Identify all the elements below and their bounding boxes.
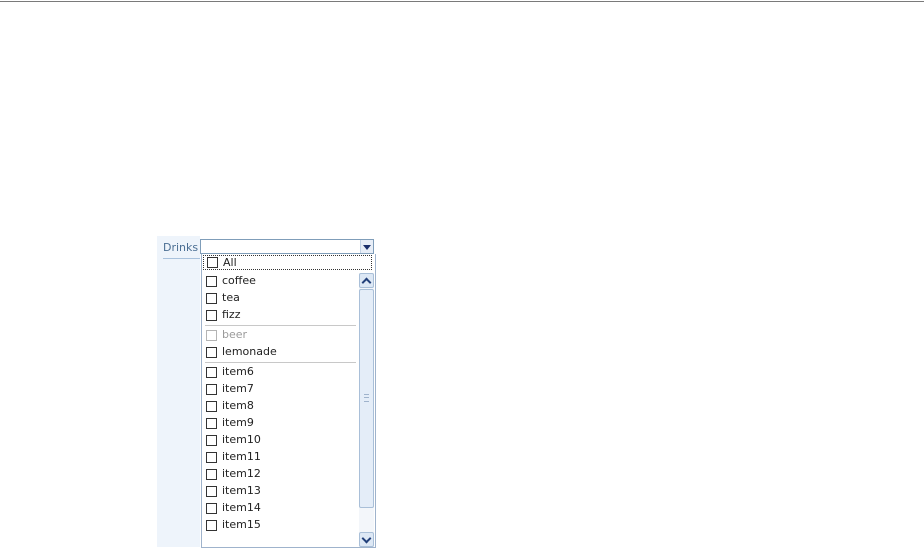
group-separator — [205, 325, 356, 326]
list-item[interactable]: item14 — [202, 500, 358, 517]
group-separator — [205, 362, 356, 363]
list-item: beer — [202, 327, 358, 344]
option-checkbox[interactable] — [206, 486, 217, 497]
option-checkbox[interactable] — [206, 310, 217, 321]
list-item[interactable]: coffee — [202, 273, 358, 290]
chevron-down-icon — [363, 245, 371, 250]
option-checkbox[interactable] — [206, 418, 217, 429]
list-item-label: item15 — [222, 518, 261, 531]
dropdown-scrollbar[interactable] — [359, 273, 374, 547]
list-item[interactable]: item10 — [202, 432, 358, 449]
list-item-label: beer — [222, 328, 248, 341]
list-item[interactable]: fizz — [202, 307, 358, 324]
drinks-field-label: Drinks — [163, 241, 199, 254]
list-item-label: item8 — [222, 399, 254, 412]
list-item-label: item14 — [222, 501, 261, 514]
option-checkbox[interactable] — [206, 520, 217, 531]
list-item[interactable]: item11 — [202, 449, 358, 466]
list-item-all[interactable]: All — [203, 255, 372, 270]
option-checkbox[interactable] — [206, 469, 217, 480]
scroll-down-button[interactable] — [359, 532, 374, 547]
list-item[interactable]: item7 — [202, 381, 358, 398]
list-item-label: All — [223, 256, 237, 269]
list-item-label: item10 — [222, 433, 261, 446]
options-list: coffee tea fizz beer lemonade item6 item7 item8… — [202, 272, 358, 547]
top-divider — [0, 1, 924, 2]
list-item-label: item7 — [222, 382, 254, 395]
list-item-label: coffee — [222, 274, 256, 287]
label-underline — [163, 258, 200, 259]
list-item[interactable]: lemonade — [202, 344, 358, 361]
list-item[interactable]: item15 — [202, 517, 358, 534]
drinks-dropdown-list: All coffee tea fizz beer lemonade item6 item7 i… — [201, 254, 376, 548]
option-checkbox[interactable] — [206, 293, 217, 304]
chevron-down-icon — [361, 533, 372, 544]
list-item[interactable]: item6 — [202, 364, 358, 381]
dropdown-toggle-button[interactable] — [360, 240, 373, 253]
option-checkbox[interactable] — [206, 435, 217, 446]
list-item-label: tea — [222, 291, 240, 304]
option-checkbox[interactable] — [206, 452, 217, 463]
label-column: Drinks — [157, 236, 200, 547]
list-item[interactable]: item9 — [202, 415, 358, 432]
option-checkbox — [206, 330, 217, 341]
option-checkbox[interactable] — [206, 367, 217, 378]
drinks-combobox[interactable] — [200, 239, 374, 254]
scroll-thumb[interactable] — [359, 289, 374, 508]
option-checkbox[interactable] — [206, 347, 217, 358]
list-item-label: item11 — [222, 450, 261, 463]
list-item-label: item9 — [222, 416, 254, 429]
list-item-label: item13 — [222, 484, 261, 497]
option-checkbox[interactable] — [206, 503, 217, 514]
option-checkbox[interactable] — [206, 384, 217, 395]
list-item-label: fizz — [222, 308, 241, 321]
grip-icon — [364, 394, 369, 402]
list-item-label: lemonade — [222, 345, 277, 358]
option-checkbox[interactable] — [206, 401, 217, 412]
option-checkbox[interactable] — [206, 276, 217, 287]
list-item-label: item6 — [222, 365, 254, 378]
list-item[interactable]: item13 — [202, 483, 358, 500]
drinks-form-row: Drinks All coffee tea fizz beer lemonade item… — [157, 236, 376, 548]
all-checkbox[interactable] — [207, 257, 218, 268]
list-item[interactable]: item12 — [202, 466, 358, 483]
chevron-up-icon — [361, 277, 372, 288]
list-item[interactable]: item8 — [202, 398, 358, 415]
list-item-label: item12 — [222, 467, 261, 480]
scroll-up-button[interactable] — [359, 273, 374, 288]
list-item[interactable]: tea — [202, 290, 358, 307]
